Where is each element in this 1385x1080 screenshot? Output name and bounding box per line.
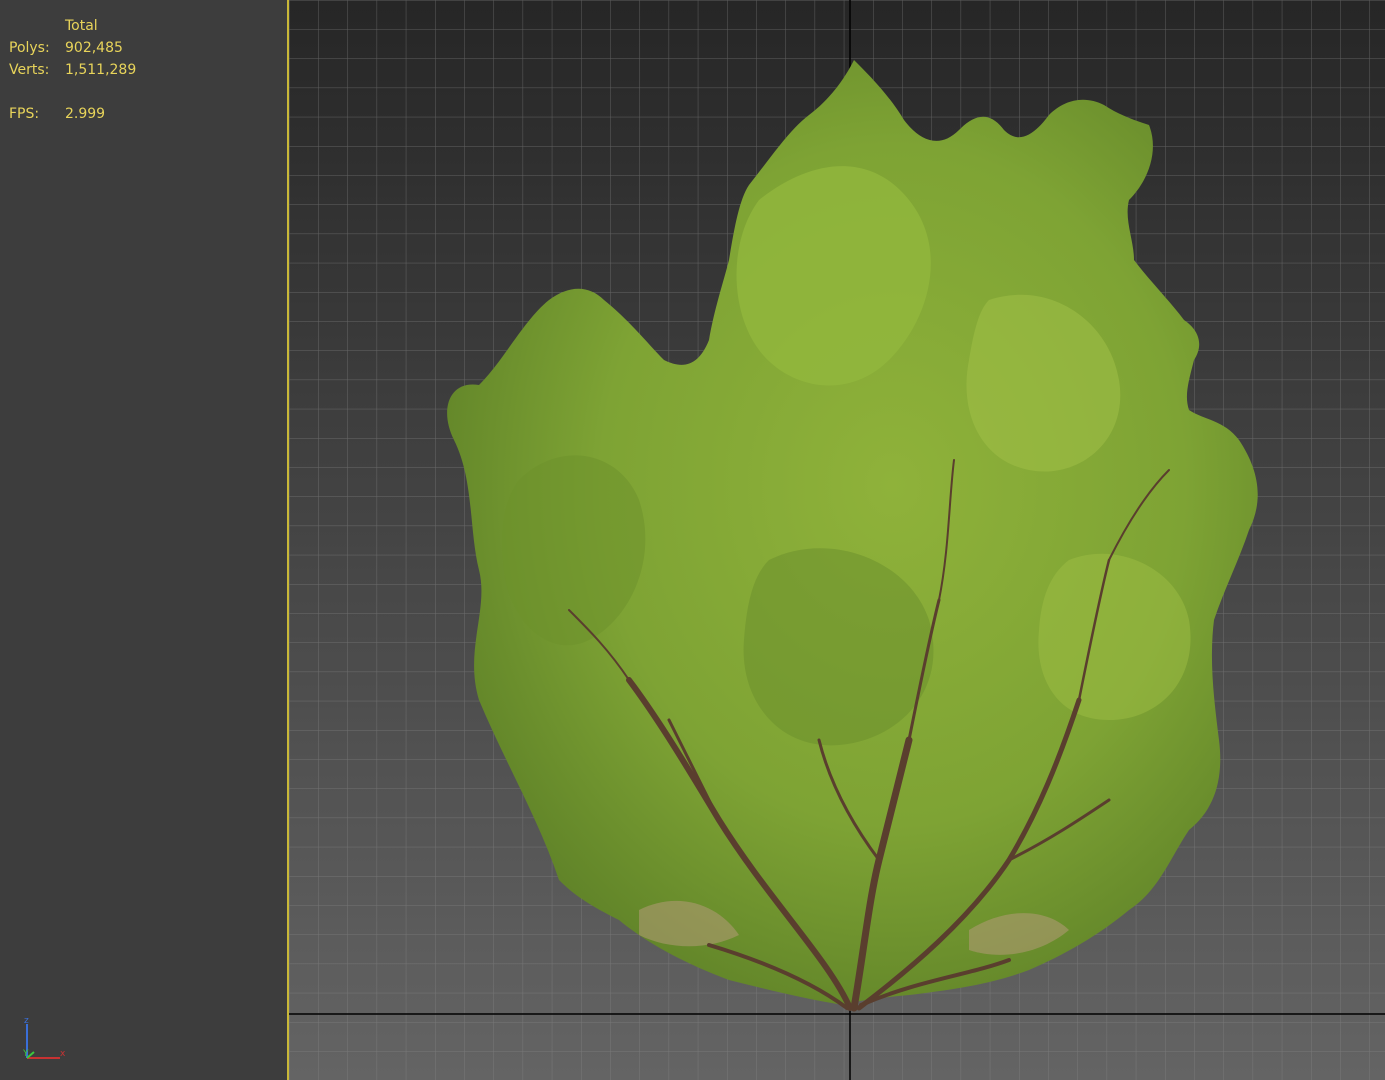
polys-label: Polys: [9,40,50,56]
viewport-canvas[interactable] [289,0,1385,1080]
statistics-overlay: Total Polys: 902,485 Verts: 1,511,289 FP… [9,15,136,125]
stats-fps-row: FPS: 2.999 [9,103,136,125]
fps-label: FPS: [9,106,40,122]
verts-value: 1,511,289 [65,62,137,78]
axis-x-label: x [60,1049,66,1059]
axis-tripod-icon: z Y x [22,1016,66,1059]
axis-y-label: Y [22,1049,29,1059]
fps-value: 2.999 [65,106,106,122]
stats-verts-row: Verts: 1,511,289 [9,59,136,81]
stats-total-header: Total [65,18,98,34]
viewport-stats-panel: Total Polys: 902,485 Verts: 1,511,289 FP… [0,0,287,1080]
front-viewport[interactable] [289,0,1385,1080]
axis-z-label: z [24,1016,29,1026]
stats-polys-row: Polys: 902,485 [9,37,136,59]
verts-label: Verts: [9,62,50,78]
polys-value: 902,485 [65,40,123,56]
